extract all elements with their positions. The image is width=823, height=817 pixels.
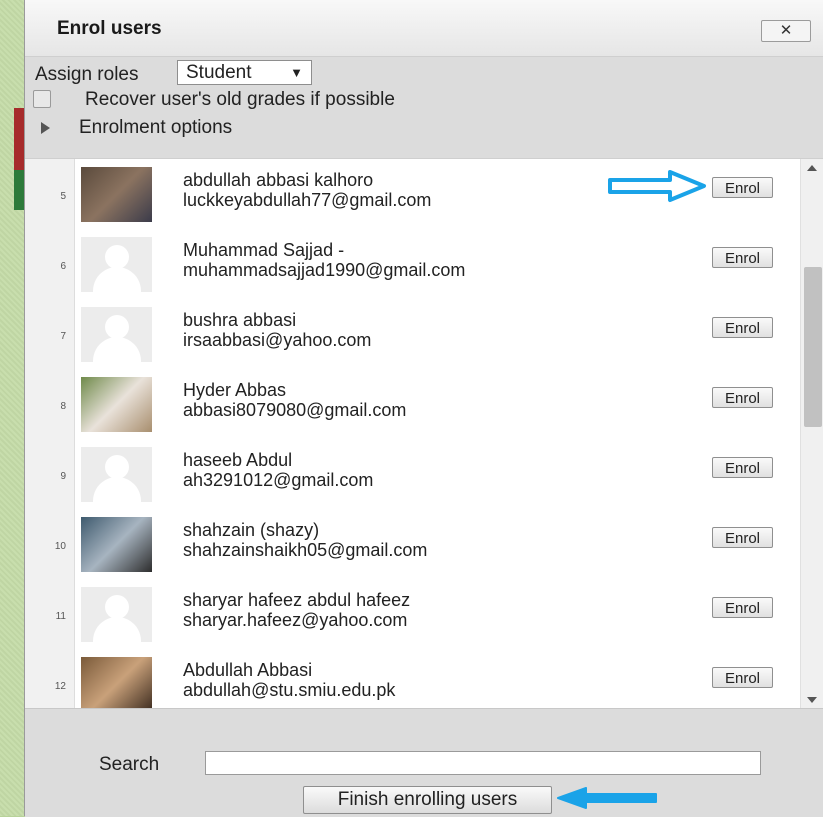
user-photo [81, 657, 152, 709]
row-index-number: 9 [60, 471, 66, 482]
default-avatar-head [105, 595, 129, 619]
enrol-button[interactable]: Enrol [712, 457, 773, 478]
user-name: shahzain (shazy) [183, 520, 320, 540]
row-index: 6 [25, 229, 75, 302]
annotation-arrow-icon [557, 787, 657, 809]
default-avatar-head [105, 315, 129, 339]
row-index: 5 [25, 159, 75, 232]
user-name: bushra abbasi [183, 310, 297, 330]
dialog-title: Enrol users [57, 18, 162, 39]
avatar [81, 237, 152, 292]
user-photo [81, 377, 152, 432]
enrol-users-dialog: Enrol users ✕ Assign roles Student ▼ Rec… [24, 0, 823, 817]
default-avatar-body [93, 477, 141, 502]
dropdown-caret-icon: ▼ [290, 65, 303, 80]
user-name: sharyar hafeez abdul hafeez [183, 590, 411, 610]
role-select[interactable]: Student ▼ [177, 60, 312, 85]
row-index-number: 11 [55, 611, 66, 622]
enrol-button[interactable]: Enrol [712, 387, 773, 408]
user-row: 10 shahzain (shazy) shahzainshaikh05@gmail… [25, 509, 800, 583]
user-email: irsaabbasi@yahoo.com [183, 330, 372, 350]
enrol-button[interactable]: Enrol [712, 597, 773, 618]
scroll-down-arrow-icon[interactable] [807, 697, 817, 703]
user-row: 7 bushra abbasi irsaabbasi@yahoo.com Enrol [25, 299, 800, 373]
close-button[interactable]: ✕ [761, 20, 811, 42]
search-input[interactable] [205, 751, 761, 775]
user-email: sharyar.hafeez@yahoo.com [183, 610, 408, 630]
row-index-number: 10 [54, 541, 66, 552]
default-avatar-body [93, 617, 141, 642]
recover-grades-checkbox[interactable] [33, 90, 51, 108]
role-select-value: Student [186, 62, 252, 83]
user-email: luckkeyabdullah77@gmail.com [183, 190, 432, 210]
user-name: abdullah abbasi kalhoro [183, 170, 374, 190]
recover-grades-label: Recover user's old grades if possible [85, 89, 395, 110]
default-avatar-body [93, 267, 141, 292]
user-row: 11 sharyar hafeez abdul hafeez sharyar.haf… [25, 579, 800, 653]
row-index: 12 [25, 649, 75, 709]
user-row: 6 Muhammad Sajjad - muhammadsajjad1990@gma… [25, 229, 800, 303]
enrol-options-panel: Assign roles Student ▼ Recover user's ol… [25, 56, 823, 156]
list-scrollbar[interactable] [800, 159, 823, 709]
user-photo [81, 167, 152, 222]
avatar [81, 167, 152, 222]
enrol-button[interactable]: Enrol [712, 177, 773, 198]
avatar [81, 447, 152, 502]
default-avatar-body [93, 337, 141, 362]
annotation-arrow-icon [608, 170, 706, 202]
row-index: 10 [25, 509, 75, 582]
user-email: abbasi8079080@gmail.com [183, 400, 407, 420]
user-row: 8 Hyder Abbas abbasi8079080@gmail.com Enrol [25, 369, 800, 443]
row-index-number: 5 [60, 191, 66, 202]
default-avatar-head [105, 455, 129, 479]
avatar [81, 587, 152, 642]
avatar [81, 377, 152, 432]
scroll-up-arrow-icon[interactable] [807, 165, 817, 171]
row-index: 9 [25, 439, 75, 512]
user-email: shahzainshaikh05@gmail.com [183, 540, 428, 560]
dialog-header: Enrol users ✕ [25, 0, 823, 57]
user-name: Hyder Abbas [183, 380, 287, 400]
row-index-number: 12 [54, 681, 66, 692]
enrol-button[interactable]: Enrol [712, 317, 773, 338]
enrol-button[interactable]: Enrol [712, 527, 773, 548]
row-index: 7 [25, 299, 75, 372]
avatar [81, 517, 152, 572]
user-email: ah3291012@gmail.com [183, 470, 374, 490]
finish-enrolling-button[interactable]: Finish enrolling users [303, 786, 552, 814]
row-index: 11 [25, 579, 75, 652]
user-email: abdullah@stu.smiu.edu.pk [183, 680, 396, 700]
expand-triangle-icon [41, 122, 50, 134]
row-index-number: 6 [60, 261, 66, 272]
enrolment-options-label: Enrolment options [79, 117, 233, 138]
row-index-number: 7 [60, 331, 66, 342]
user-row: 9 haseeb Abdul ah3291012@gmail.com Enrol [25, 439, 800, 513]
avatar [81, 657, 152, 709]
user-email: muhammadsajjad1990@gmail.com [183, 260, 466, 280]
user-row: 12 Abdullah Abbasi abdullah@stu.smiu.edu.p… [25, 649, 800, 709]
avatar [81, 307, 152, 362]
row-index-number: 8 [60, 401, 66, 412]
background-strip [14, 108, 24, 170]
user-photo [81, 517, 152, 572]
user-name: Muhammad Sajjad - [183, 240, 345, 260]
dialog-footer: Search Finish enrolling users [25, 708, 823, 817]
row-index: 8 [25, 369, 75, 442]
user-name: haseeb Abdul [183, 450, 293, 470]
user-name: Abdullah Abbasi [183, 660, 313, 680]
assign-roles-label: Assign roles [35, 64, 139, 85]
search-label: Search [99, 754, 160, 775]
user-list: 5 abdullah abbasi kalhoro luckkeyabdullah7… [25, 158, 823, 709]
background-strip [14, 170, 24, 210]
default-avatar-head [105, 245, 129, 269]
enrol-button[interactable]: Enrol [712, 667, 773, 688]
enrol-button[interactable]: Enrol [712, 247, 773, 268]
scrollbar-thumb[interactable] [804, 267, 822, 427]
